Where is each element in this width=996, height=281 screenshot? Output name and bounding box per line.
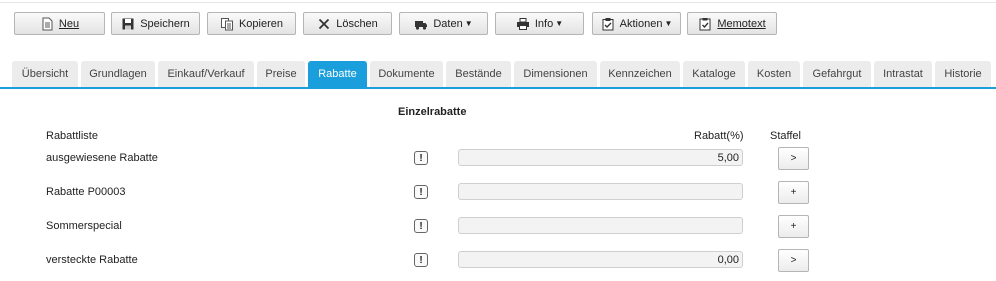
rabatt-value-input[interactable]: [458, 217, 743, 234]
chevron-down-icon: ▼: [664, 19, 673, 28]
printer-icon: [516, 17, 529, 30]
tab-rabatte[interactable]: Rabatte: [308, 61, 367, 87]
clipboard-icon: [602, 17, 614, 30]
memo-icon: [699, 17, 711, 30]
section-title: Einzelrabatte: [398, 106, 467, 118]
rabatt-row-label: versteckte Rabatte: [46, 254, 138, 266]
close-icon: [319, 18, 330, 29]
chevron-down-icon: ▼: [555, 19, 564, 28]
copy-label: Kopieren: [238, 17, 284, 30]
rabattliste-header: Rabattliste: [46, 130, 98, 142]
rabatt-row-label: Sommerspecial: [46, 220, 122, 232]
tab-einkauf-verkauf[interactable]: Einkauf/Verkauf: [158, 61, 254, 87]
tab-underline: [0, 87, 996, 89]
tab-uebersicht[interactable]: Übersicht: [12, 61, 78, 87]
data-label: Daten: [433, 17, 463, 30]
memo-button[interactable]: Memotext: [687, 12, 777, 35]
tab-gefahrgut[interactable]: Gefahrgut: [803, 61, 871, 87]
staffel-add-button[interactable]: +: [778, 181, 809, 204]
rabatt-value-input[interactable]: [458, 183, 743, 200]
warning-icon[interactable]: !: [414, 185, 428, 199]
actions-menu-button[interactable]: Aktionen ▼: [592, 12, 681, 35]
save-icon: [122, 18, 134, 29]
tab-dimensionen[interactable]: Dimensionen: [514, 61, 597, 87]
document-icon: [42, 17, 53, 30]
staffel-header: Staffel: [770, 130, 801, 142]
copy-icon: [220, 17, 233, 30]
tab-kosten[interactable]: Kosten: [748, 61, 800, 87]
rabatt-row-label: ausgewiesene Rabatte: [46, 152, 158, 164]
staffel-open-button[interactable]: >: [778, 147, 809, 170]
tab-kennzeichen[interactable]: Kennzeichen: [600, 61, 680, 87]
tab-grundlagen[interactable]: Grundlagen: [81, 61, 155, 87]
save-label: Speichern: [140, 17, 190, 30]
actions-label: Aktionen: [619, 17, 663, 30]
data-menu-button[interactable]: Daten ▼: [399, 12, 488, 35]
warning-icon[interactable]: !: [414, 219, 428, 233]
warning-icon[interactable]: !: [414, 253, 428, 267]
new-button[interactable]: Neu: [14, 12, 105, 35]
chevron-down-icon: ▼: [464, 19, 473, 28]
tab-kataloge[interactable]: Kataloge: [683, 61, 745, 87]
staffel-add-button[interactable]: +: [778, 215, 809, 238]
delete-button[interactable]: Löschen: [303, 12, 392, 35]
rabatt-percent-header: Rabatt(%): [694, 130, 744, 142]
truck-icon: [415, 20, 428, 30]
tab-bestaende[interactable]: Bestände: [446, 61, 511, 87]
info-menu-button[interactable]: Info ▼: [495, 12, 584, 35]
tab-preise[interactable]: Preise: [257, 61, 305, 87]
rabatt-value-input[interactable]: [458, 149, 743, 166]
memo-label: Memotext: [717, 17, 766, 30]
new-label: Neu: [58, 17, 80, 30]
rabatt-row-label: Rabatte P00003: [46, 186, 126, 198]
info-label: Info: [534, 17, 554, 30]
copy-button[interactable]: Kopieren: [207, 12, 296, 35]
tab-dokumente[interactable]: Dokumente: [370, 61, 443, 87]
staffel-open-button[interactable]: >: [778, 249, 809, 272]
rabatt-value-input[interactable]: [458, 251, 743, 268]
tab-intrastat[interactable]: Intrastat: [874, 61, 932, 87]
delete-label: Löschen: [336, 17, 378, 30]
top-divider: [0, 2, 996, 3]
save-button[interactable]: Speichern: [111, 12, 200, 35]
tab-historie[interactable]: Historie: [935, 61, 991, 87]
warning-icon[interactable]: !: [414, 151, 428, 165]
